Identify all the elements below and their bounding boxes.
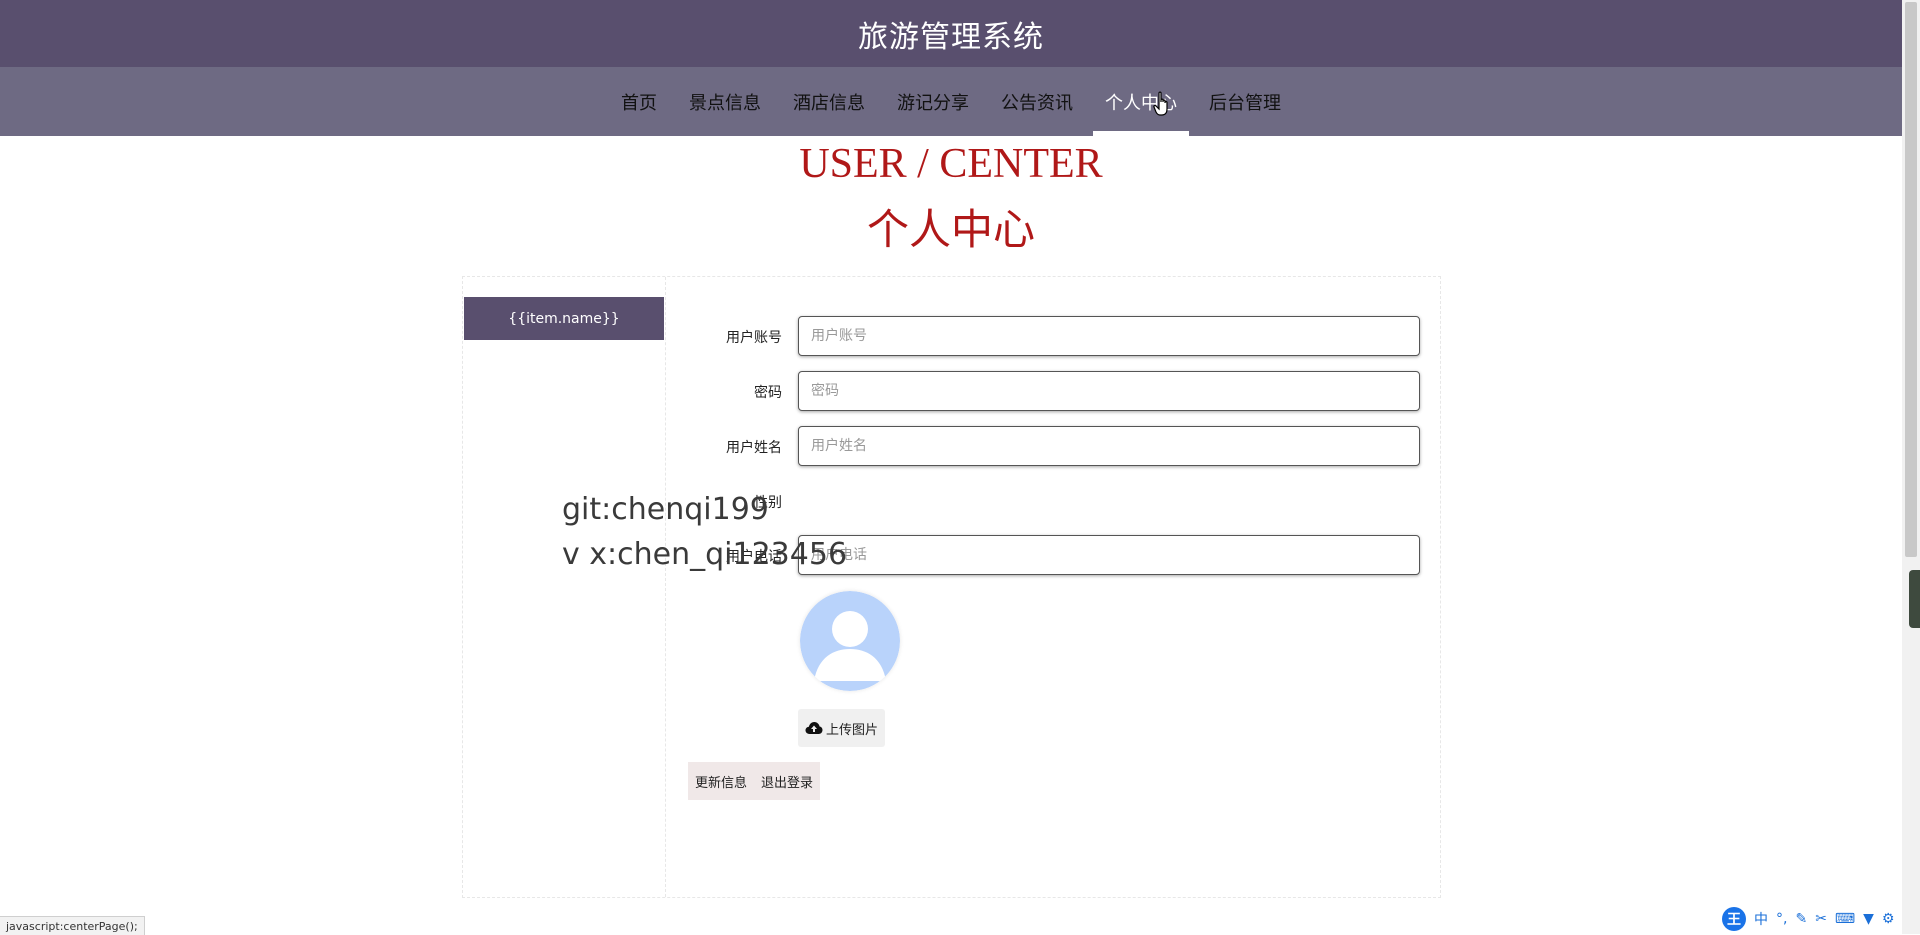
nav-item-admin[interactable]: 后台管理 <box>1197 67 1293 136</box>
nav-item-home[interactable]: 首页 <box>609 67 669 136</box>
ime-mode-toggle[interactable]: 中 <box>1754 909 1768 929</box>
update-info-button[interactable]: 更新信息 <box>695 772 747 791</box>
nav-item-travelogues[interactable]: 游记分享 <box>885 67 981 136</box>
name-label: 用户姓名 <box>726 440 782 456</box>
nav-item-hotels[interactable]: 酒店信息 <box>781 67 877 136</box>
keyboard-icon[interactable]: ⌨ <box>1835 911 1855 927</box>
skin-icon[interactable]: ▼ <box>1863 911 1874 927</box>
side-widget-tab[interactable] <box>1909 570 1920 628</box>
phone-input[interactable] <box>798 535 1420 575</box>
status-bar: javascript:centerPage(); <box>0 916 145 935</box>
name-input[interactable] <box>798 426 1420 466</box>
avatar <box>800 591 900 691</box>
nav-item-user-center[interactable]: 个人中心 <box>1093 67 1189 136</box>
upload-image-label: 上传图片 <box>825 722 878 738</box>
cloud-upload-icon <box>805 722 823 734</box>
pen-icon[interactable]: ✎ <box>1795 911 1807 927</box>
account-input[interactable] <box>798 316 1420 356</box>
site-header: 旅游管理系统 <box>0 0 1902 67</box>
scrollbar-thumb[interactable] <box>1905 2 1917 557</box>
password-input[interactable] <box>798 371 1420 411</box>
hand-cursor-icon <box>1153 91 1168 116</box>
ime-logo-icon[interactable]: 王 <box>1722 907 1746 931</box>
upload-image-button[interactable]: 上传图片 <box>798 709 885 747</box>
account-label: 用户账号 <box>726 330 782 346</box>
page-title-en: USER / CENTER <box>799 141 1103 187</box>
ime-punctuation-toggle[interactable]: °, <box>1776 911 1787 927</box>
page-title-cn: 个人中心 <box>866 205 1035 254</box>
form-actions: 更新信息 退出登录 <box>688 762 820 800</box>
nav-item-attractions[interactable]: 景点信息 <box>677 67 773 136</box>
watermark-line-1: git:chenqi199 <box>562 492 769 527</box>
password-label: 密码 <box>754 385 782 401</box>
sidebar-item[interactable]: {{item.name}} <box>464 297 664 340</box>
nav-item-announcements[interactable]: 公告资讯 <box>989 67 1085 136</box>
scissors-icon[interactable]: ✂ <box>1815 911 1827 927</box>
ime-toolbar: 王 中 °, ✎ ✂ ⌨ ▼ ⚙ <box>1722 906 1918 932</box>
logout-button[interactable]: 退出登录 <box>761 772 813 791</box>
default-user-icon <box>800 591 900 691</box>
sidebar <box>463 277 666 897</box>
site-title: 旅游管理系统 <box>858 19 1044 55</box>
watermark-line-2: v x:chen_qi123456 <box>562 537 848 572</box>
main-nav: 首页 景点信息 酒店信息 游记分享 公告资讯 个人中心 后台管理 <box>0 67 1902 136</box>
settings-gear-icon[interactable]: ⚙ <box>1882 911 1895 927</box>
